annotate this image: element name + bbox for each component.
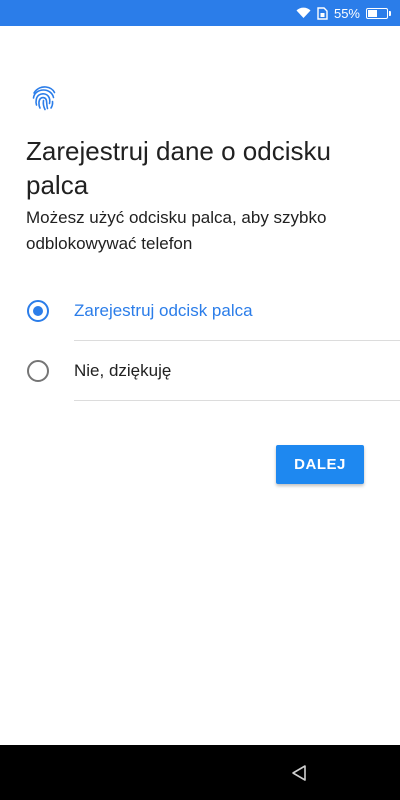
radio-button-selected[interactable]: [27, 300, 49, 322]
battery-icon: [366, 7, 391, 19]
navigation-bar: [0, 745, 400, 800]
sim-icon: [317, 6, 328, 20]
status-bar: 55%: [0, 0, 400, 26]
battery-fill: [368, 9, 378, 17]
battery-percent: 55%: [333, 5, 360, 21]
divider: [74, 400, 400, 401]
option-register-fingerprint[interactable]: Zarejestruj odcisk palca: [0, 281, 400, 341]
back-icon[interactable]: [290, 764, 308, 782]
option-no-thanks[interactable]: Nie, dziękuję: [0, 341, 400, 401]
next-button[interactable]: DALEJ: [276, 445, 364, 484]
page-subtitle: Możesz użyć odcisku palca, aby szybko od…: [26, 208, 327, 253]
radio-button[interactable]: [27, 360, 49, 382]
fingerprint-icon: [32, 86, 56, 111]
screen: 55% Zarejestruj dane o odcisku palca Moż…: [0, 0, 400, 800]
wifi-icon: [296, 7, 311, 19]
option-label: Nie, dziękuję: [74, 361, 172, 380]
option-label: Zarejestruj odcisk palca: [74, 301, 253, 320]
page-title: Zarejestruj dane o odcisku palca: [26, 136, 331, 200]
